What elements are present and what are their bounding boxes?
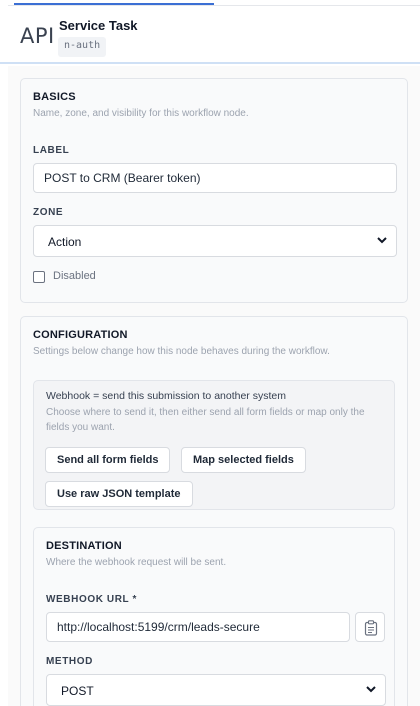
method-select[interactable]: POST xyxy=(46,674,386,706)
method-label: METHOD xyxy=(46,656,93,667)
api-type-icon: API xyxy=(20,24,55,48)
webhook-url-label: WEBHOOK URL * xyxy=(46,594,137,605)
raw-json-template-button[interactable]: Use raw JSON template xyxy=(45,481,193,507)
chevron-down-icon xyxy=(366,686,376,693)
url-clipboard-button[interactable] xyxy=(355,612,385,642)
node-header: API Service Task n-auth xyxy=(0,6,420,64)
zone-select[interactable]: Action xyxy=(33,225,397,257)
disabled-toggle[interactable]: Disabled xyxy=(33,269,233,285)
destination-section: DESTINATION Where the webhook request wi… xyxy=(33,527,395,706)
zone-select-value: Action xyxy=(48,235,82,249)
basics-section: BASICS Name, zone, and visibility for th… xyxy=(20,78,408,303)
label-input[interactable] xyxy=(33,163,397,193)
clipboard-icon xyxy=(364,620,378,636)
webhook-description: Choose where to send it, then either sen… xyxy=(46,407,365,433)
chevron-down-icon xyxy=(377,237,387,244)
node-title: Service Task xyxy=(59,18,138,33)
basics-title: BASICS xyxy=(33,91,76,103)
zone-field-label: ZONE xyxy=(33,207,64,218)
webhook-url-input[interactable] xyxy=(46,612,350,642)
disabled-label: Disabled xyxy=(53,270,96,282)
webhook-info-card: Webhook = send this submission to anothe… xyxy=(33,380,395,510)
disabled-checkbox[interactable] xyxy=(33,271,45,283)
map-selected-fields-button[interactable]: Map selected fields xyxy=(181,447,306,473)
configuration-title: CONFIGURATION xyxy=(33,329,128,341)
basics-description: Name, zone, and visibility for this work… xyxy=(33,108,249,119)
label-field-label: LABEL xyxy=(33,145,70,156)
destination-title: DESTINATION xyxy=(46,540,122,552)
method-select-value: POST xyxy=(61,684,94,698)
node-id-badge: n-auth xyxy=(58,37,107,57)
configuration-section: CONFIGURATION Settings below change how … xyxy=(20,316,408,706)
active-tab-indicator xyxy=(14,3,214,5)
destination-description: Where the webhook request will be sent. xyxy=(46,557,227,568)
send-all-fields-button[interactable]: Send all form fields xyxy=(45,447,171,473)
webhook-heading: Webhook = send this submission to anothe… xyxy=(46,390,286,402)
configuration-description: Settings below change how this node beha… xyxy=(33,346,330,357)
